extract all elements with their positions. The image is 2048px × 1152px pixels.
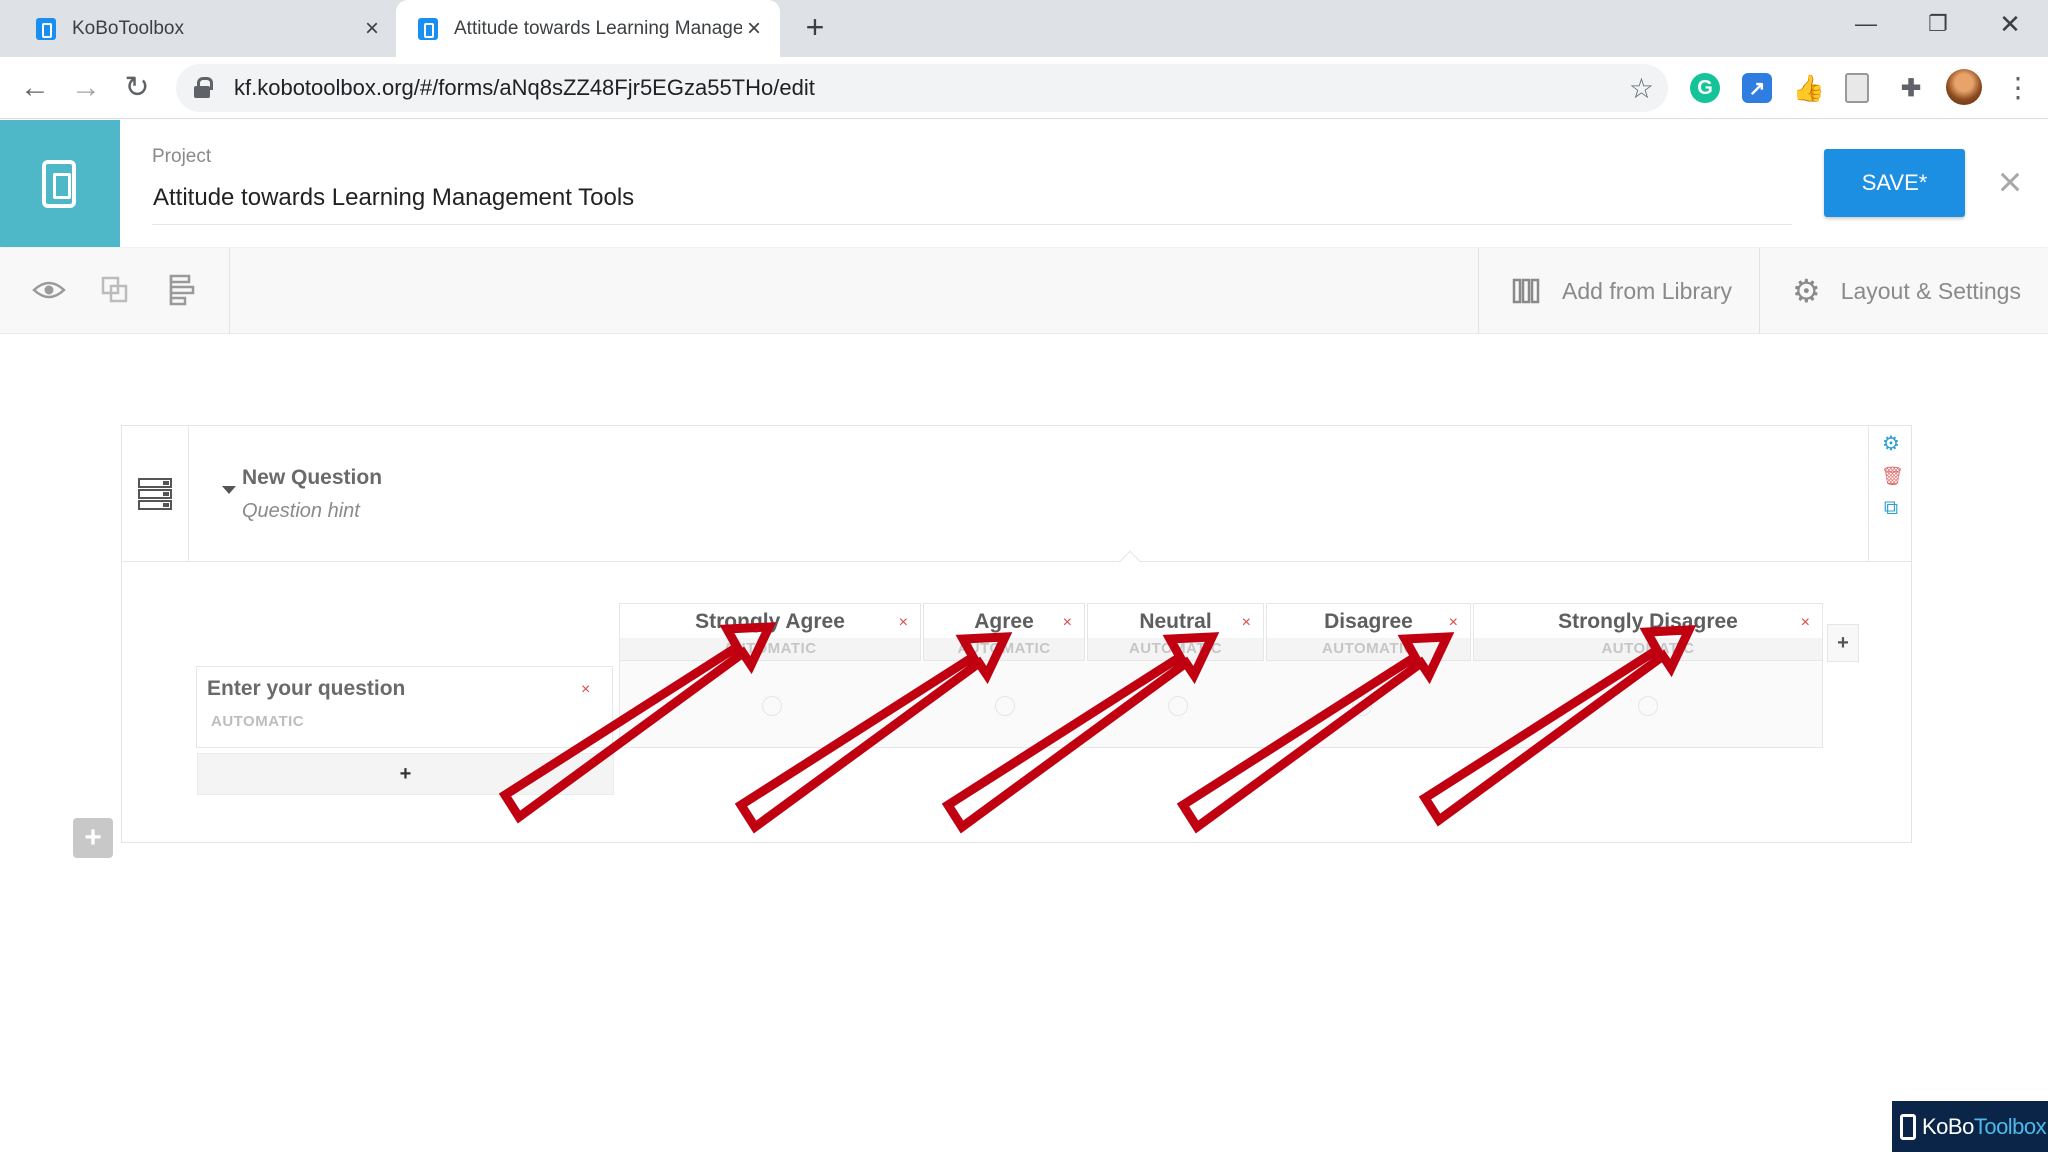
group-questions-icon[interactable] [158, 268, 202, 312]
option-column[interactable]: Neutral AUTOMATIC × [1087, 603, 1264, 661]
duplicate-copy-icon[interactable]: ⧉ [1881, 498, 1901, 518]
save-button[interactable]: SAVE* [1824, 149, 1965, 217]
back-icon[interactable]: ← [16, 69, 54, 107]
page-icon[interactable] [1845, 73, 1869, 103]
row-label[interactable]: Enter your question [207, 677, 405, 701]
layout-settings-label: Layout & Settings [1840, 277, 2021, 304]
option-label[interactable]: Strongly Disagree [1474, 610, 1822, 634]
tab-title: KoBoToolbox [72, 17, 184, 39]
tab-title: Attitude towards Learning Management Too… [454, 17, 742, 39]
option-column[interactable]: Disagree AUTOMATIC × [1266, 603, 1471, 661]
radio-button[interactable] [1352, 696, 1372, 716]
reload-icon[interactable]: ↻ [118, 69, 156, 107]
remove-option-icon[interactable]: × [899, 614, 908, 632]
url-text[interactable]: kf.kobotoolbox.org/#/forms/aNq8sZZ48Fjr5… [234, 75, 1629, 101]
remove-option-icon[interactable]: × [1449, 614, 1458, 632]
remove-option-icon[interactable]: × [1801, 614, 1810, 632]
radio-button[interactable] [1168, 696, 1188, 716]
library-icon [1512, 278, 1540, 304]
option-label[interactable]: Disagree [1267, 610, 1470, 634]
tab-active-form[interactable]: Attitude towards Learning Management Too… [396, 0, 780, 57]
restore-icon[interactable]: ❐ [1918, 8, 1958, 40]
add-question-button[interactable]: + [73, 818, 113, 858]
window-close-icon[interactable]: ✕ [1990, 8, 2030, 40]
form-header: Project Attitude towards Learning Manage… [0, 120, 2048, 247]
bookmark-star-icon[interactable]: ☆ [1629, 72, 1654, 105]
add-option-button[interactable]: + [1827, 624, 1859, 662]
option-value[interactable]: AUTOMATIC [1267, 638, 1470, 660]
option-column[interactable]: Strongly Agree AUTOMATIC × [619, 603, 921, 661]
kobo-favicon-icon [418, 17, 438, 40]
profile-avatar[interactable] [1946, 69, 1982, 105]
layout-settings-button[interactable]: ⚙ Layout & Settings [1792, 268, 2021, 314]
matrix-row[interactable]: Enter your question AUTOMATIC × [196, 666, 613, 748]
tab-kobotoolbox[interactable]: KoBoToolbox × [22, 0, 392, 57]
project-label: Project [152, 146, 212, 167]
radio-button[interactable] [1638, 696, 1658, 716]
tab-close-icon[interactable]: × [742, 15, 766, 43]
address-bar[interactable]: kf.kobotoolbox.org/#/forms/aNq8sZZ48Fjr5… [176, 64, 1668, 112]
option-value[interactable]: AUTOMATIC [1088, 638, 1263, 660]
remove-option-icon[interactable]: × [1242, 614, 1251, 632]
question-header: New Question Question hint ⚙ 🗑 ⧉ [122, 426, 1911, 562]
add-from-library-button[interactable]: Add from Library [1512, 268, 1732, 314]
close-icon[interactable]: × [1990, 158, 2030, 206]
divider [229, 248, 230, 334]
divider [1759, 248, 1760, 334]
add-from-library-label: Add from Library [1562, 277, 1733, 304]
duplicate-icon[interactable] [93, 268, 137, 312]
forward-icon[interactable]: → [67, 69, 105, 107]
browser-tab-bar: KoBoToolbox × Attitude towards Learning … [0, 0, 2048, 57]
grammarly-icon[interactable]: G [1690, 73, 1720, 103]
phone-icon [42, 160, 76, 208]
settings-gear-icon[interactable]: ⚙ [1881, 434, 1901, 454]
phone-icon [1900, 1113, 1916, 1140]
remove-row-icon[interactable]: × [581, 681, 590, 699]
minimize-icon[interactable]: — [1846, 8, 1886, 40]
option-value[interactable]: AUTOMATIC [1474, 638, 1822, 660]
add-row-button[interactable]: + [197, 753, 614, 795]
option-label[interactable]: Agree [924, 610, 1084, 634]
question-hint[interactable]: Question hint [242, 500, 360, 523]
option-radio-row [619, 661, 1823, 748]
tab-close-icon[interactable]: × [360, 15, 384, 43]
option-label[interactable]: Strongly Agree [620, 610, 920, 634]
option-value[interactable]: AUTOMATIC [924, 638, 1084, 660]
watermark-text: KoBoToolbox [1922, 1113, 2047, 1139]
collapse-caret-icon[interactable] [222, 486, 236, 494]
kobo-logo[interactable] [0, 120, 120, 247]
option-column[interactable]: Strongly Disagree AUTOMATIC × [1473, 603, 1823, 661]
divider [152, 224, 1792, 225]
row-value[interactable]: AUTOMATIC [211, 713, 304, 730]
option-value[interactable]: AUTOMATIC [620, 638, 920, 660]
radio-button[interactable] [762, 696, 782, 716]
kobotoolbox-watermark: KoBoToolbox [1892, 1101, 2048, 1152]
gear-icon: ⚙ [1792, 273, 1821, 309]
lock-icon [194, 77, 214, 99]
project-name-input[interactable]: Attitude towards Learning Management Too… [153, 184, 634, 212]
puzzle-icon[interactable]: ✚ [1896, 73, 1926, 103]
radio-button[interactable] [995, 696, 1015, 716]
browser-menu-icon[interactable]: ⋮ [2004, 69, 2032, 107]
new-tab-button[interactable]: + [798, 10, 832, 44]
option-label[interactable]: Neutral [1088, 610, 1263, 634]
option-column[interactable]: Agree AUTOMATIC × [923, 603, 1085, 661]
question-label[interactable]: New Question [242, 466, 382, 490]
question-type-icon [122, 426, 189, 562]
preview-eye-icon[interactable] [27, 268, 71, 312]
kobo-favicon-icon [36, 17, 56, 40]
remove-option-icon[interactable]: × [1063, 614, 1072, 632]
question-actions: ⚙ 🗑 ⧉ [1868, 426, 1911, 562]
edit-link-icon[interactable]: ↗ [1742, 73, 1772, 103]
thumb-icon[interactable]: 👍 [1793, 73, 1825, 103]
browser-toolbar: ← → ↻ kf.kobotoolbox.org/#/forms/aNq8sZZ… [0, 57, 2048, 119]
delete-trash-icon[interactable]: 🗑 [1881, 466, 1904, 486]
form-toolbar: Add from Library ⚙ Layout & Settings [0, 248, 2048, 334]
divider [1478, 248, 1479, 334]
